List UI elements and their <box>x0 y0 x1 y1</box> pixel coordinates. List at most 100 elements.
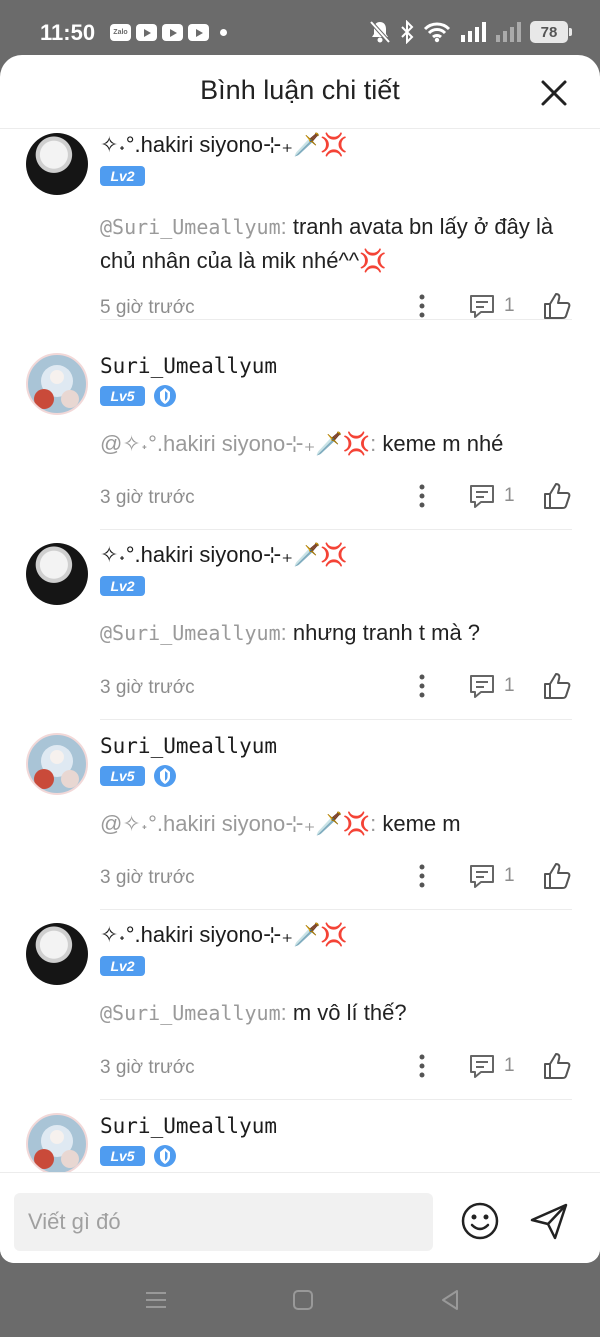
comment-body: @✧˖°.hakiri siyono⊹₊🗡️💢: keme m <box>100 811 461 836</box>
username[interactable]: ✧˖°.hakiri siyono⊹₊🗡️💢 <box>100 542 348 568</box>
avatar[interactable] <box>26 733 88 795</box>
avatar[interactable] <box>26 923 88 985</box>
page-title: Bình luận chi tiết <box>200 75 400 105</box>
zalo-icon: Zalo <box>110 24 131 41</box>
reply-count: 1 <box>504 1055 515 1076</box>
youtube-icon <box>188 24 209 41</box>
comment-timestamp: 3 giờ trước <box>100 1057 195 1078</box>
username[interactable]: ✧˖°.hakiri siyono⊹₊🗡️💢 <box>100 922 348 948</box>
wifi-icon <box>423 22 451 43</box>
comment-text: keme m <box>382 811 461 836</box>
mention-link[interactable]: @Suri_Umeallyum <box>100 215 281 239</box>
reply-button[interactable]: 1 <box>468 672 515 700</box>
battery-indicator: 78 <box>530 21 572 43</box>
mention-link[interactable]: @✧˖°.hakiri siyono⊹₊🗡️💢 <box>100 811 370 836</box>
signal-icon <box>461 22 486 42</box>
level-badge: Lv2 <box>100 576 145 596</box>
verified-shield-icon <box>154 1145 176 1167</box>
comment-body: @Suri_Umeallyum: tranh avata bn lấy ở đâ… <box>100 214 554 273</box>
comment-body: @Suri_Umeallyum: m vô lí thế? <box>100 1000 407 1025</box>
comment-text: keme m nhé <box>382 431 504 456</box>
anime-avatar-icon <box>34 1125 79 1169</box>
status-system-icons: 78 <box>369 20 572 44</box>
level-badge: Lv5 <box>100 766 145 786</box>
comment-icon <box>470 295 494 318</box>
comment-timestamp: 3 giờ trước <box>100 867 195 888</box>
back-icon[interactable] <box>436 1286 464 1314</box>
system-navigation-bar <box>0 1263 600 1337</box>
comment-icon <box>470 1055 494 1078</box>
level-badge: Lv2 <box>100 956 145 976</box>
bluetooth-icon <box>401 20 414 44</box>
reply-count: 1 <box>504 295 515 316</box>
comment-item: ✧˖°.hakiri siyono⊹₊🗡️💢 Lv2 @Suri_Umeally… <box>0 530 600 720</box>
anime-avatar-icon <box>34 745 79 789</box>
emoji-icon[interactable] <box>459 1200 501 1242</box>
comment-text: nhưng tranh t mà ? <box>292 620 481 645</box>
divider <box>100 319 572 320</box>
comment-item: ✧˖°.hakiri siyono⊹₊🗡️💢 Lv2 @Suri_Umeally… <box>0 910 600 1100</box>
comment-item: ✧˖°.hakiri siyono⊹₊🗡️💢 Lv2 @Suri_Umeally… <box>0 130 600 320</box>
more-options-icon[interactable] <box>414 482 430 510</box>
thumbs-up-icon[interactable] <box>542 671 572 701</box>
level-badge: Lv2 <box>100 166 145 186</box>
comment-list[interactable]: ✧˖°.hakiri siyono⊹₊🗡️💢 Lv2 @Suri_Umeally… <box>0 130 600 1172</box>
avatar[interactable] <box>26 353 88 415</box>
thumbs-up-icon[interactable] <box>542 861 572 891</box>
verified-shield-icon <box>154 765 176 787</box>
username[interactable]: Suri_Umeallyum <box>100 1114 277 1138</box>
thumbs-up-icon[interactable] <box>542 291 572 321</box>
more-options-icon[interactable] <box>414 292 430 320</box>
thumbs-up-icon[interactable] <box>542 1051 572 1081</box>
comment-timestamp: 3 giờ trước <box>100 487 195 508</box>
comment-input[interactable] <box>14 1193 433 1251</box>
comment-text: m vô lí thế? <box>292 1000 407 1025</box>
comment-input-bar <box>0 1172 600 1263</box>
mention-link[interactable]: @✧˖°.hakiri siyono⊹₊🗡️💢 <box>100 431 370 456</box>
avatar[interactable] <box>26 543 88 605</box>
thumbs-up-icon[interactable] <box>542 481 572 511</box>
status-time: 11:50 <box>40 20 96 45</box>
comment-timestamp: 5 giờ trước <box>100 297 195 318</box>
more-options-icon[interactable] <box>414 862 430 890</box>
youtube-icon <box>136 24 157 41</box>
username[interactable]: ✧˖°.hakiri siyono⊹₊🗡️💢 <box>100 132 348 158</box>
comment-item: Suri_Umeallyum Lv5 <box>0 1100 600 1172</box>
comment-icon <box>470 865 494 888</box>
comment-icon <box>470 485 494 508</box>
verified-shield-icon <box>154 385 176 407</box>
reply-button[interactable]: 1 <box>468 1052 515 1080</box>
level-badge: Lv5 <box>100 386 145 406</box>
reply-button[interactable]: 1 <box>468 292 515 320</box>
home-icon[interactable] <box>289 1286 317 1314</box>
send-icon[interactable] <box>528 1200 570 1242</box>
reply-count: 1 <box>504 865 515 886</box>
comment-body: @Suri_Umeallyum: nhưng tranh t mà ? <box>100 620 481 645</box>
avatar[interactable] <box>26 133 88 195</box>
reply-button[interactable]: 1 <box>468 862 515 890</box>
comment-timestamp: 3 giờ trước <box>100 677 195 698</box>
mention-link[interactable]: @Suri_Umeallyum <box>100 621 281 645</box>
reply-count: 1 <box>504 485 515 506</box>
reply-button[interactable]: 1 <box>468 482 515 510</box>
signal-weak-icon <box>496 22 521 42</box>
level-badge: Lv5 <box>100 1146 145 1166</box>
comment-icon <box>470 675 494 698</box>
comment-detail-sheet: Bình luận chi tiết ✧˖°.hakiri siyono⊹₊🗡️… <box>0 55 600 1263</box>
comment-body: @✧˖°.hakiri siyono⊹₊🗡️💢: keme m nhé <box>100 431 504 456</box>
anime-avatar-icon <box>34 365 79 409</box>
close-icon[interactable] <box>540 79 568 107</box>
status-app-icons: Zalo <box>110 24 227 41</box>
more-options-icon[interactable] <box>414 1052 430 1080</box>
notification-dot-icon <box>220 29 227 36</box>
username[interactable]: Suri_Umeallyum <box>100 354 277 378</box>
avatar[interactable] <box>26 1113 88 1172</box>
mute-bell-icon <box>369 20 391 44</box>
recent-apps-icon[interactable] <box>142 1286 170 1314</box>
reply-count: 1 <box>504 675 515 696</box>
mention-link[interactable]: @Suri_Umeallyum <box>100 1001 281 1025</box>
sheet-header: Bình luận chi tiết <box>0 55 600 129</box>
youtube-icon <box>162 24 183 41</box>
username[interactable]: Suri_Umeallyum <box>100 734 277 758</box>
more-options-icon[interactable] <box>414 672 430 700</box>
